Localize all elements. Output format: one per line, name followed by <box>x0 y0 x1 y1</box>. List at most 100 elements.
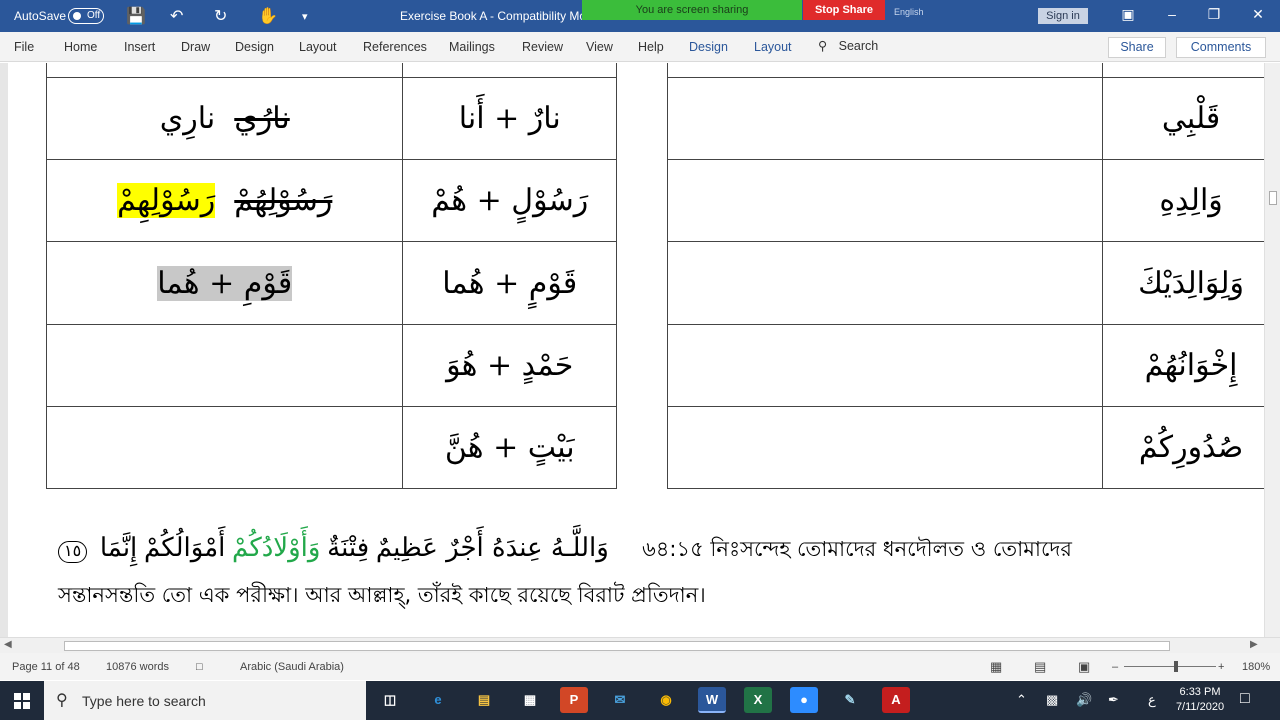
horizontal-scroll-thumb[interactable] <box>64 641 1170 651</box>
table-cell[interactable] <box>1102 63 1280 78</box>
zoom-level[interactable]: 180% <box>1242 661 1270 673</box>
undo-icon[interactable]: ↶ <box>170 6 183 26</box>
tray-chevron-icon[interactable]: ⌃ <box>1016 692 1027 708</box>
save-icon[interactable]: 💾 <box>126 6 146 26</box>
input-language[interactable]: ع <box>1148 692 1156 708</box>
chrome-icon[interactable]: ◉ <box>652 687 680 713</box>
table-cell-result[interactable]: رَسُوْلِهُمْ رَسُوْلِهِمْ <box>45 159 404 242</box>
tab-table-layout[interactable]: Layout <box>754 40 792 54</box>
table-cell-source[interactable]: حَمْدٍ + هُوَ <box>402 324 617 407</box>
ribbon-display-icon[interactable]: ▣ <box>1118 6 1138 23</box>
notepad-icon[interactable]: ✎ <box>836 687 864 713</box>
word-count[interactable]: 10876 words <box>106 661 169 673</box>
redo-icon[interactable]: ↻ <box>214 6 227 26</box>
stop-share-label: Stop Share <box>814 4 874 16</box>
table-cell-word[interactable]: إِخْوَانُهُمْ <box>1102 324 1280 407</box>
verse-arabic-highlight: وَأَوْلَادُكُمْ <box>232 533 321 563</box>
table-cell-result[interactable] <box>45 406 404 489</box>
tab-table-design[interactable]: Design <box>689 40 728 54</box>
edge-icon[interactable]: e <box>424 687 452 713</box>
document-area[interactable]: نارُي نارِي نارٌ + أَنا رَسُوْلِهُمْ رَس… <box>0 63 1280 637</box>
pen-icon[interactable]: ✒ <box>1108 692 1119 708</box>
vertical-scrollbar[interactable] <box>1264 63 1280 637</box>
table-cell-result[interactable] <box>45 324 404 407</box>
table-cell-word[interactable]: وَلِوَالِدَيْكَ <box>1102 241 1280 325</box>
volume-icon[interactable]: 🔊 <box>1076 692 1092 708</box>
clock[interactable]: 6:33 PM 7/11/2020 <box>1170 685 1230 715</box>
search-label: Search <box>838 39 879 53</box>
zoom-slider-knob[interactable] <box>1174 661 1178 672</box>
left-table[interactable]: نارُي نارِي نارٌ + أَنا رَسُوْلِهُمْ رَس… <box>45 63 617 489</box>
touch-mode-icon[interactable]: ✋ <box>258 6 278 26</box>
table-cell-answer[interactable] <box>666 241 1104 325</box>
table-cell-answer[interactable] <box>666 324 1104 407</box>
tab-file[interactable]: File <box>14 40 34 54</box>
store-icon[interactable]: ▦ <box>516 687 544 713</box>
network-icon[interactable]: ▩ <box>1046 692 1058 708</box>
vertical-scroll-thumb[interactable] <box>1269 191 1277 205</box>
table-cell-answer[interactable] <box>666 159 1104 242</box>
page-count[interactable]: Page 11 of 48 <box>12 661 80 673</box>
customize-toolbar-icon[interactable]: ▾ <box>302 10 308 23</box>
taskbar-search[interactable]: ⚲ Type here to search <box>44 681 366 720</box>
table-cell[interactable] <box>402 63 617 78</box>
share-button[interactable]: Share <box>1108 37 1166 58</box>
table-cell-source[interactable]: قَوْمٍ + هُما <box>402 241 617 325</box>
tab-insert[interactable]: Insert <box>124 40 155 54</box>
table-row: نارُي نارِي نارٌ + أَنا <box>45 77 617 160</box>
web-layout-icon[interactable]: ▣ <box>1078 659 1090 675</box>
task-view-icon[interactable]: ◫ <box>376 687 404 713</box>
zoom-in-icon[interactable]: + <box>1218 661 1224 673</box>
tab-layout[interactable]: Layout <box>299 40 337 54</box>
zoom-out-icon[interactable]: – <box>1112 661 1118 673</box>
source-text: قَوْمٍ + هُما <box>442 265 578 301</box>
tab-mailings[interactable]: Mailings <box>449 40 495 54</box>
file-explorer-icon[interactable]: ▤ <box>470 687 498 713</box>
tab-design[interactable]: Design <box>235 40 274 54</box>
proofing-icon[interactable]: □ <box>196 661 203 673</box>
table-cell-source[interactable]: بَيْتٍ + هُنَّ <box>402 406 617 489</box>
word-icon[interactable]: W <box>698 687 726 713</box>
horizontal-scrollbar[interactable]: ◀ ▶ <box>0 637 1280 653</box>
table-cell-word[interactable]: وَالِدِهِ <box>1102 159 1280 242</box>
tab-home[interactable]: Home <box>64 40 97 54</box>
tab-references[interactable]: References <box>363 40 427 54</box>
tab-view[interactable]: View <box>586 40 613 54</box>
close-icon[interactable]: ✕ <box>1248 6 1268 23</box>
table-cell-answer[interactable] <box>666 77 1104 160</box>
notifications-icon[interactable]: □ <box>1240 690 1250 708</box>
table-cell-source[interactable]: نارٌ + أَنا <box>402 77 617 160</box>
tab-help[interactable]: Help <box>638 40 664 54</box>
sign-in-button[interactable]: Sign in <box>1038 8 1088 24</box>
minimize-icon[interactable]: – <box>1162 6 1182 22</box>
tab-review[interactable]: Review <box>522 40 563 54</box>
table-cell-source[interactable]: رَسُوْلٍ + هُمْ <box>402 159 617 242</box>
scroll-right-icon[interactable]: ▶ <box>1250 639 1258 650</box>
table-cell[interactable] <box>45 63 404 78</box>
stop-share-button[interactable]: Stop Share <box>803 0 885 20</box>
powerpoint-icon[interactable]: P <box>560 687 588 713</box>
read-mode-icon[interactable]: ▦ <box>990 659 1002 675</box>
mail-icon[interactable]: ✉ <box>606 687 634 713</box>
table-cell-result[interactable]: قَوْمِ + هُما <box>45 241 404 325</box>
acrobat-icon[interactable]: A <box>882 687 910 713</box>
excel-icon[interactable]: X <box>744 687 772 713</box>
comments-button[interactable]: Comments <box>1176 37 1266 58</box>
print-layout-icon[interactable]: ▤ <box>1034 659 1046 675</box>
scroll-left-icon[interactable]: ◀ <box>4 639 12 650</box>
search-box[interactable]: ⚲ Search <box>818 38 878 53</box>
zoom-app-icon[interactable]: ● <box>790 687 818 713</box>
table-cell-word[interactable]: قَلْبِي <box>1102 77 1280 160</box>
table-cell-word[interactable]: صُدُورِكُمْ <box>1102 406 1280 489</box>
language-status[interactable]: Arabic (Saudi Arabia) <box>240 661 344 673</box>
restore-icon[interactable]: ❐ <box>1204 6 1224 23</box>
tab-draw[interactable]: Draw <box>181 40 210 54</box>
start-button[interactable] <box>0 681 44 720</box>
table-cell-answer[interactable] <box>666 406 1104 489</box>
table-cell[interactable] <box>666 63 1104 78</box>
verse-arabic-part: إِنَّمَا <box>99 533 138 563</box>
zoom-slider[interactable] <box>1124 666 1216 667</box>
autosave-toggle[interactable]: Off <box>68 8 104 24</box>
table-cell-result[interactable]: نارُي نارِي <box>45 77 404 160</box>
right-table[interactable]: قَلْبِي وَالِدِهِ وَلِوَالِدَيْكَ إِخْوَ… <box>666 63 1280 489</box>
